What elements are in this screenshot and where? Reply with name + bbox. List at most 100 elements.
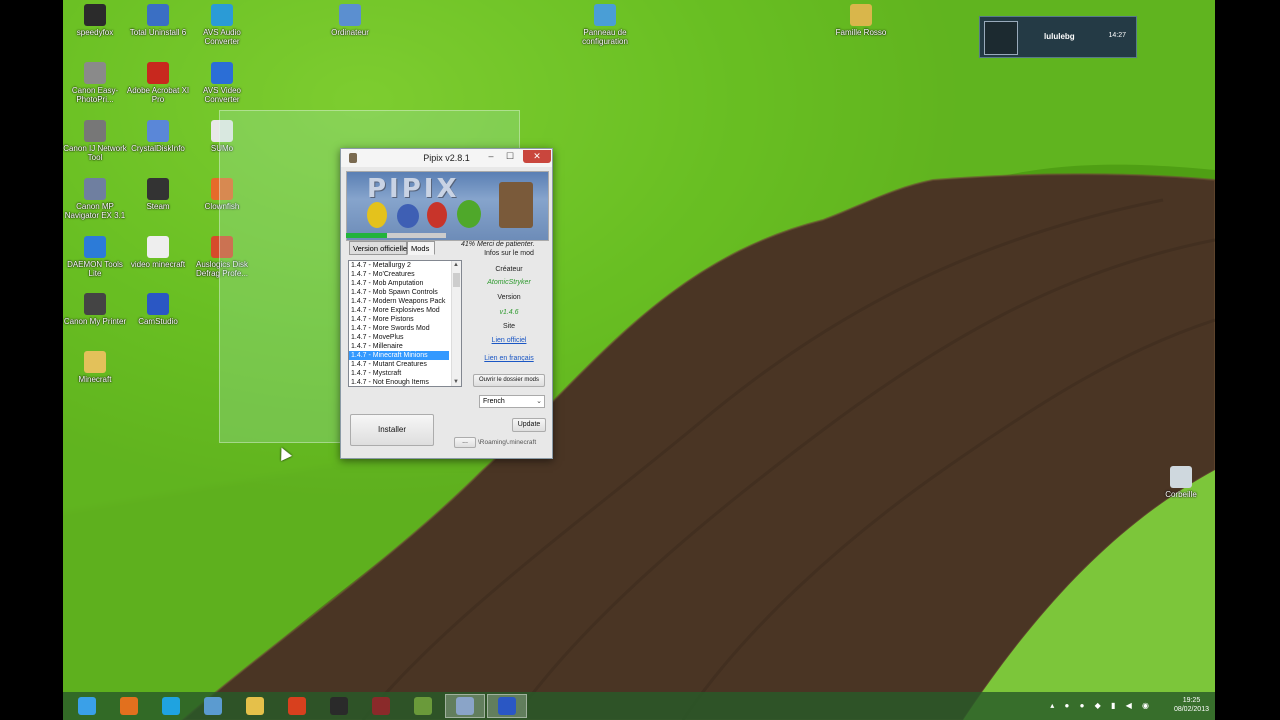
taskbar-firefox-button[interactable] bbox=[109, 694, 149, 718]
tab-official-version[interactable]: Version officielle bbox=[349, 241, 407, 255]
desktop-icon[interactable]: Ordinateur bbox=[317, 4, 383, 37]
list-item[interactable]: 1.4.7 - More Pistons bbox=[349, 315, 449, 324]
progress-bar bbox=[346, 233, 446, 238]
browser-icon bbox=[288, 697, 306, 715]
chevron-down-icon: ⌄ bbox=[536, 398, 542, 405]
browse-button[interactable]: ... bbox=[454, 437, 476, 448]
app-icon bbox=[339, 4, 361, 26]
desktop-icon[interactable]: Corbeille bbox=[1148, 466, 1214, 499]
creator-value: AtomicStryker bbox=[487, 279, 531, 286]
system-tray-icons[interactable]: ▴ ● ● ◆ ▮ ◀ ◉ bbox=[1050, 701, 1153, 710]
mods-list[interactable]: 1.4.7 - Metallurgy 2 1.4.7 - Mo'Creatures… bbox=[348, 260, 462, 387]
desktop-icon[interactable]: Adobe Acrobat XI Pro bbox=[125, 62, 191, 104]
desktop-icon[interactable]: Canon IJ Network Tool bbox=[62, 120, 128, 162]
taskbar-skype-button[interactable] bbox=[151, 694, 191, 718]
window-titlebar[interactable]: Pipix v2.8.1 – ☐ ✕ bbox=[341, 149, 552, 167]
taskbar-explorer-button[interactable] bbox=[235, 694, 275, 718]
minimize-button[interactable]: – bbox=[482, 150, 500, 163]
desktop-icon[interactable]: AVS Audio Converter bbox=[189, 4, 255, 46]
official-link[interactable]: Lien officiel bbox=[469, 336, 549, 345]
pipix-icon bbox=[456, 697, 474, 715]
taskbar-steam-button[interactable] bbox=[319, 694, 359, 718]
desktop-icon-label: Canon Easy-PhotoPri... bbox=[71, 86, 119, 104]
list-item[interactable]: 1.4.7 - More Swords Mod bbox=[349, 324, 449, 333]
app-icon bbox=[84, 236, 106, 258]
desktop-icon[interactable]: Total Uninstall 6 bbox=[125, 4, 191, 37]
update-button[interactable]: Update bbox=[512, 418, 546, 432]
desktop-icon-label: Canon MP Navigator EX 3.1 bbox=[64, 202, 126, 220]
desktop-icon[interactable]: Famille Rosso bbox=[828, 4, 894, 37]
scroll-up-icon[interactable]: ▲ bbox=[453, 262, 459, 268]
desktop-icon-label: Canon IJ Network Tool bbox=[63, 144, 127, 162]
taskbar-minecraft-button[interactable] bbox=[403, 694, 443, 718]
language-select[interactable]: French ⌄ bbox=[479, 395, 545, 408]
app-icon bbox=[147, 236, 169, 258]
list-item[interactable]: 1.4.7 - Mob Spawn Controls bbox=[349, 288, 449, 297]
list-item[interactable]: 1.4.7 - Minecraft Minions bbox=[349, 351, 449, 360]
mod-info-header: Infos sur le mod bbox=[484, 250, 534, 257]
list-item[interactable]: 1.4.7 - Mutant Creatures bbox=[349, 360, 449, 369]
desktop-icon[interactable]: Canon My Printer bbox=[62, 293, 128, 326]
desktop-icon[interactable]: Panneau de configuration bbox=[572, 4, 638, 46]
scroll-down-icon[interactable]: ▼ bbox=[453, 379, 459, 385]
install-button[interactable]: Installer bbox=[350, 414, 434, 446]
app-icon bbox=[84, 120, 106, 142]
clock-date: 08/02/2013 bbox=[1173, 706, 1209, 713]
minecraft-icon bbox=[414, 697, 432, 715]
scroll-thumb[interactable] bbox=[453, 273, 460, 287]
taskbar-start-button[interactable] bbox=[67, 694, 107, 718]
list-item[interactable]: 1.4.7 - MovePlus bbox=[349, 333, 449, 342]
notification-toast[interactable]: lululebg 14:27 bbox=[979, 16, 1137, 58]
taskbar-network-button[interactable] bbox=[193, 694, 233, 718]
skype-icon bbox=[162, 697, 180, 715]
list-item[interactable]: 1.4.7 - Mo'Creatures bbox=[349, 270, 449, 279]
desktop-icon-label: video minecraft bbox=[130, 260, 186, 269]
maximize-button[interactable]: ☐ bbox=[501, 150, 519, 163]
tab-mods[interactable]: Mods bbox=[407, 241, 435, 255]
open-mods-folder-button[interactable]: Ouvrir le dossier mods bbox=[473, 374, 545, 387]
pipix-window: Pipix v2.8.1 – ☐ ✕ PIPIX 41% Merci de pa… bbox=[340, 148, 553, 459]
desktop-icon-label: AVS Video Converter bbox=[203, 86, 241, 104]
desktop-icon[interactable]: Steam bbox=[125, 178, 191, 211]
pipix-banner: PIPIX bbox=[346, 171, 549, 241]
desktop-icon[interactable]: CamStudio bbox=[125, 293, 191, 326]
taskbar-pipix-button[interactable] bbox=[445, 694, 485, 718]
list-item[interactable]: 1.4.7 - Mystcraft bbox=[349, 369, 449, 378]
app-icon bbox=[211, 62, 233, 84]
desktop-icon[interactable]: video minecraft bbox=[125, 236, 191, 269]
site-label: Site bbox=[502, 323, 516, 330]
desktop-icon-label: CrystalDiskInfo bbox=[131, 144, 185, 153]
taskbar-game-button[interactable] bbox=[361, 694, 401, 718]
desktop-icon[interactable]: Minecraft bbox=[62, 351, 128, 384]
firefox-icon bbox=[120, 697, 138, 715]
list-item[interactable]: 1.4.7 - Not Enough Items bbox=[349, 378, 449, 386]
desktop-icon[interactable]: AVS Video Converter bbox=[189, 62, 255, 104]
list-scrollbar[interactable]: ▲ ▼ bbox=[451, 261, 461, 386]
french-link[interactable]: Lien en français bbox=[469, 354, 549, 363]
minecraft-path: \Roaming\.minecraft bbox=[478, 439, 537, 446]
desktop-icon[interactable]: speedyfox bbox=[62, 4, 128, 37]
list-item[interactable]: 1.4.7 - Mob Amputation bbox=[349, 279, 449, 288]
app-icon bbox=[147, 120, 169, 142]
desktop-icon[interactable]: CrystalDiskInfo bbox=[125, 120, 191, 153]
list-item[interactable]: 1.4.7 - Modern Weapons Pack bbox=[349, 297, 449, 306]
character-red-icon bbox=[427, 202, 447, 228]
close-button[interactable]: ✕ bbox=[523, 150, 551, 163]
character-blue-icon bbox=[397, 204, 419, 228]
desktop-icon-label: Corbeille bbox=[1165, 490, 1197, 499]
desktop-icon-label: Ordinateur bbox=[331, 28, 369, 37]
list-item[interactable]: 1.4.7 - More Explosives Mod bbox=[349, 306, 449, 315]
version-label: Version bbox=[497, 294, 521, 301]
desktop-icon[interactable]: DAEMON Tools Lite bbox=[62, 236, 128, 278]
list-item[interactable]: 1.4.7 - Millenaire bbox=[349, 342, 449, 351]
desktop-icon-label: Famille Rosso bbox=[835, 28, 887, 37]
taskbar-camstudio-button[interactable] bbox=[487, 694, 527, 718]
banner-logo: PIPIX bbox=[367, 174, 460, 204]
clock-time: 19:25 bbox=[1182, 697, 1201, 704]
desktop-icon[interactable]: Canon Easy-PhotoPri... bbox=[62, 62, 128, 104]
taskbar-browser-button[interactable] bbox=[277, 694, 317, 718]
list-item[interactable]: 1.4.7 - Metallurgy 2 bbox=[349, 261, 449, 270]
desktop-icon[interactable]: Canon MP Navigator EX 3.1 bbox=[62, 178, 128, 220]
taskbar-clock[interactable]: 19:25 08/02/2013 bbox=[1174, 696, 1209, 714]
notification-time: 14:27 bbox=[1108, 32, 1126, 39]
